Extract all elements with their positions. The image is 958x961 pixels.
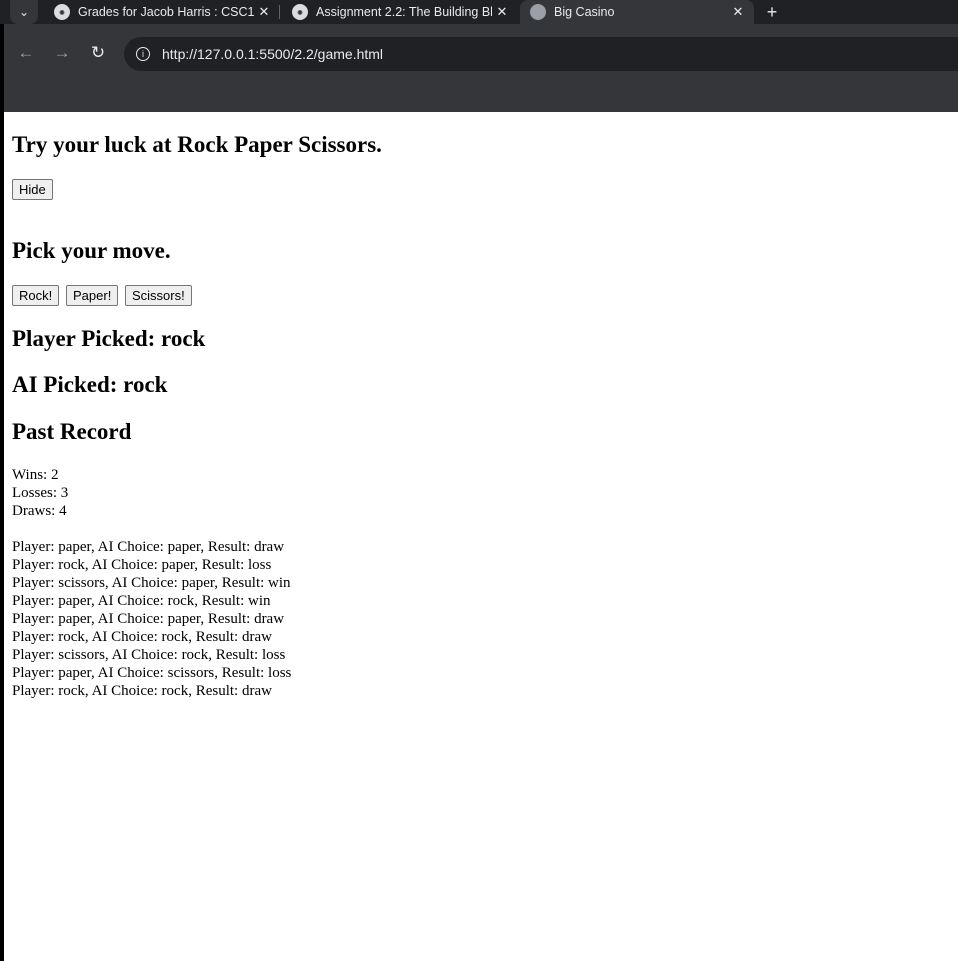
history-entry: Player: rock, AI Choice: paper, Result: … — [12, 557, 272, 573]
back-button[interactable]: ← — [16, 43, 36, 63]
address-bar[interactable]: i http://127.0.0.1:5500/2.2/game.html — [124, 37, 958, 71]
ai-picked: AI Picked: rock — [12, 372, 168, 397]
scissors-button[interactable]: Scissors! — [125, 285, 192, 306]
hide-button[interactable]: Hide — [12, 179, 53, 200]
history-entry: Player: paper, AI Choice: paper, Result:… — [12, 611, 285, 627]
forward-button[interactable]: → — [52, 43, 72, 63]
close-icon[interactable]: ✕ — [492, 4, 512, 20]
tab-title: Assignment 2.2: The Building Bl — [316, 5, 492, 19]
history-entry: Player: rock, AI Choice: rock, Result: d… — [12, 629, 272, 645]
page-title: Try your luck at Rock Paper Scissors. — [12, 132, 382, 157]
tab-title: Big Casino — [554, 5, 615, 19]
paper-button[interactable]: Paper! — [66, 285, 119, 306]
tab-separator — [279, 5, 280, 19]
reload-button[interactable]: ↻ — [88, 43, 108, 63]
bookmarks-bar — [4, 84, 958, 112]
url-text[interactable]: http://127.0.0.1:5500/2.2/game.html — [162, 46, 383, 62]
pick-move-heading: Pick your move. — [12, 238, 171, 263]
player-picked: Player Picked: rock — [12, 326, 206, 351]
page-content: Try your luck at Rock Paper Scissors. Hi… — [4, 112, 958, 961]
close-icon[interactable]: ✕ — [254, 4, 274, 20]
site-favicon-icon: ◉ — [292, 4, 308, 20]
record-stats: Wins: 2 Losses: 3 Draws: 4 — [12, 466, 68, 520]
rock-button[interactable]: Rock! — [12, 285, 60, 306]
arrow-left-icon: ← — [17, 43, 35, 62]
game-history: Player: paper, AI Choice: paper, Result:… — [12, 538, 291, 700]
past-record-heading: Past Record — [12, 419, 132, 444]
reload-icon: ↻ — [90, 43, 106, 62]
history-entry: Player: scissors, AI Choice: rock, Resul… — [12, 647, 286, 663]
new-tab-button[interactable]: + — [762, 0, 782, 24]
history-entry: Player: scissors, AI Choice: paper, Resu… — [12, 575, 291, 591]
losses-count: Losses: 3 — [12, 485, 69, 501]
chevron-down-icon: ⌄ — [18, 5, 30, 19]
wins-count: Wins: 2 — [12, 467, 59, 483]
plus-icon: + — [766, 1, 778, 22]
arrow-right-icon: → — [53, 43, 71, 62]
draws-count: Draws: 4 — [12, 503, 67, 519]
history-entry: Player: paper, AI Choice: scissors, Resu… — [12, 665, 292, 681]
site-favicon-icon: ◉ — [54, 4, 70, 20]
tab-title: Grades for Jacob Harris : CSC10 — [78, 5, 254, 19]
tab-search-button[interactable]: ⌄ — [10, 0, 38, 24]
history-entry: Player: rock, AI Choice: rock, Result: d… — [12, 683, 272, 699]
tab-strip: ⌄ ◉ Grades for Jacob Harris : CSC10 ✕ ◉ … — [0, 0, 958, 24]
globe-icon — [530, 4, 546, 20]
tab-big-casino[interactable]: Big Casino ✕ — [520, 0, 754, 24]
info-icon[interactable]: i — [136, 47, 150, 61]
history-entry: Player: paper, AI Choice: paper, Result:… — [12, 539, 285, 555]
close-icon[interactable]: ✕ — [728, 4, 748, 20]
tab-grades[interactable]: ◉ Grades for Jacob Harris : CSC10 ✕ — [44, 0, 280, 24]
browser-toolbar: ← → ↻ i http://127.0.0.1:5500/2.2/game.h… — [4, 24, 958, 84]
history-entry: Player: paper, AI Choice: rock, Result: … — [12, 593, 271, 609]
tab-assignment[interactable]: ◉ Assignment 2.2: The Building Bl ✕ — [282, 0, 518, 24]
